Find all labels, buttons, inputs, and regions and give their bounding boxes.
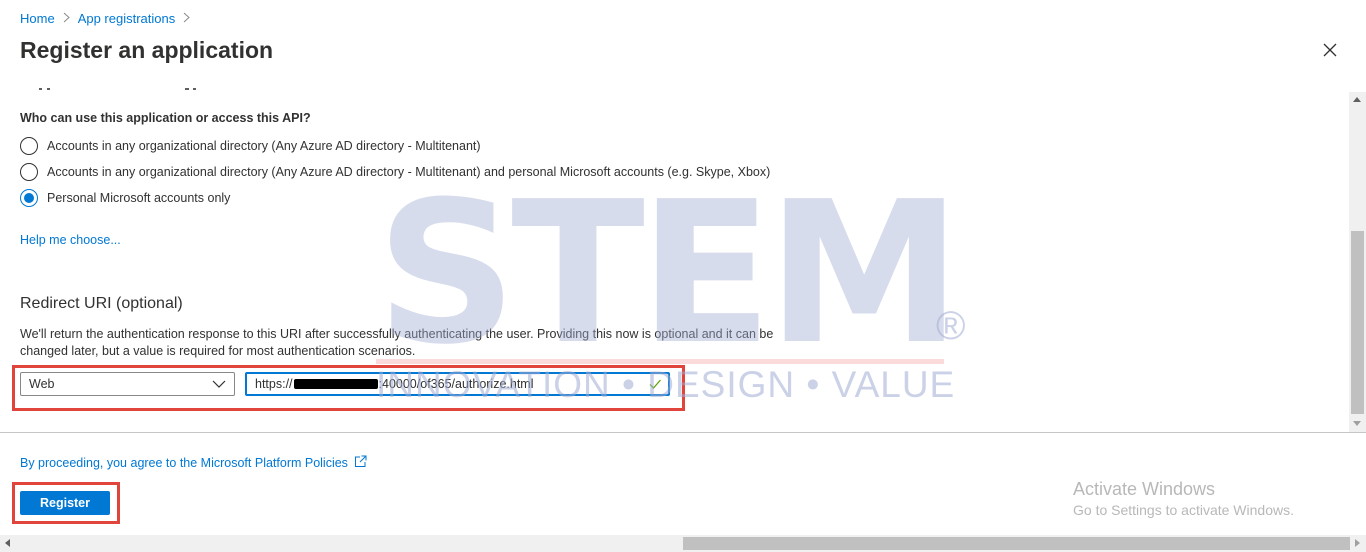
- external-link-icon: [354, 455, 367, 471]
- platform-select[interactable]: Web: [20, 372, 235, 396]
- activate-windows-subtitle: Go to Settings to activate Windows.: [1073, 502, 1294, 518]
- footer-divider: [0, 432, 1366, 433]
- clipped-text-line: [20, 86, 320, 92]
- help-me-choose-link[interactable]: Help me choose...: [20, 233, 121, 247]
- scroll-left-arrow-icon[interactable]: [5, 539, 10, 547]
- scroll-up-arrow-icon[interactable]: [1353, 97, 1361, 102]
- breadcrumb: Home App registrations: [20, 11, 192, 26]
- breadcrumb-app-registrations[interactable]: App registrations: [78, 11, 176, 26]
- radio-label: Accounts in any organizational directory…: [47, 165, 771, 179]
- checkmark-icon: [648, 377, 662, 394]
- close-button[interactable]: [1318, 40, 1342, 64]
- radio-button[interactable]: [20, 137, 38, 155]
- scroll-right-arrow-icon[interactable]: [1355, 539, 1360, 547]
- chevron-down-icon: [212, 378, 226, 392]
- close-icon: [1323, 43, 1337, 62]
- scrollable-content: Who can use this application or access t…: [0, 78, 1349, 432]
- horizontal-scrollbar[interactable]: [0, 535, 1366, 552]
- activate-windows-title: Activate Windows: [1073, 479, 1216, 499]
- account-types-question: Who can use this application or access t…: [20, 111, 311, 125]
- scroll-down-arrow-icon[interactable]: [1353, 421, 1361, 426]
- register-button[interactable]: Register: [20, 491, 110, 515]
- radio-label: Personal Microsoft accounts only: [47, 191, 231, 205]
- activate-windows-overlay: Activate Windows Go to Settings to activ…: [1073, 479, 1294, 518]
- policy-link-text: By proceeding, you agree to the Microsof…: [20, 456, 348, 470]
- radio-option-personal-only[interactable]: Personal Microsoft accounts only: [20, 189, 230, 207]
- radio-option-multitenant-personal[interactable]: Accounts in any organizational directory…: [20, 163, 770, 181]
- platform-select-value: Web: [29, 377, 55, 391]
- radio-button[interactable]: [20, 163, 38, 181]
- horizontal-scroll-thumb[interactable]: [683, 537, 1350, 550]
- radio-option-multitenant[interactable]: Accounts in any organizational directory…: [20, 137, 481, 155]
- page-title: Register an application: [20, 37, 274, 63]
- redirect-uri-input[interactable]: https:// :40000/of365/authorize.html: [245, 372, 670, 396]
- uri-suffix: :40000/of365/authorize.html: [378, 377, 534, 391]
- redacted-host: [293, 379, 378, 389]
- platform-policies-link[interactable]: By proceeding, you agree to the Microsof…: [20, 455, 367, 471]
- chevron-right-icon: [63, 12, 70, 26]
- uri-prefix: https://: [255, 377, 293, 391]
- redirect-uri-description: We'll return the authentication response…: [20, 327, 774, 358]
- chevron-right-icon: [183, 12, 190, 26]
- breadcrumb-home[interactable]: Home: [20, 11, 55, 26]
- redirect-uri-title: Redirect URI (optional): [20, 295, 183, 312]
- vertical-scroll-thumb[interactable]: [1351, 231, 1364, 414]
- radio-label: Accounts in any organizational directory…: [47, 139, 481, 153]
- vertical-scrollbar[interactable]: [1349, 92, 1366, 432]
- radio-button-selected[interactable]: [20, 189, 38, 207]
